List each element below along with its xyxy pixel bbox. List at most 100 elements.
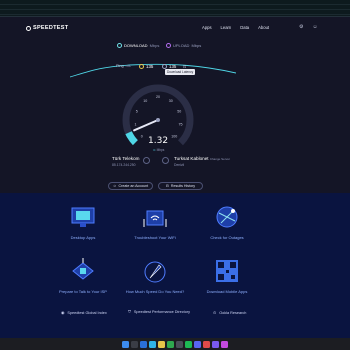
history-icon: ⊟ (165, 184, 169, 188)
strip-line (0, 4, 350, 5)
speed-unit: ⊙ Mbps (153, 148, 164, 152)
footer-link-performance-directory[interactable]: ⛉ Speedtest Performance Directory (128, 310, 190, 314)
latency-tooltip: Download Latency (165, 69, 196, 75)
user-icon[interactable]: ☺ (312, 24, 317, 30)
isp-name: Türk Telekom (112, 156, 140, 161)
card-check-outages[interactable]: Check for Outages (187, 203, 267, 240)
footer-link-label: Speedtest Performance Directory (133, 310, 190, 314)
speedtest-logo-icon (26, 25, 31, 31)
gauge-tick-label: 100 (171, 134, 177, 138)
card-label: Check for Outages (210, 235, 244, 240)
speed-value: 1.32 (148, 136, 169, 146)
nav-learn[interactable]: Learn (221, 25, 232, 30)
download-label: DOWNLOAD (124, 43, 148, 48)
nav-icons: ⚙ ☺ (299, 24, 318, 30)
card-talk-to-isp[interactable]: Prepare to Talk to Your ISP (43, 257, 123, 294)
card-label: Prepare to Talk to Your ISP (59, 289, 107, 294)
footer-link-label: Speedtest Global Index (67, 310, 107, 315)
start-icon[interactable] (122, 340, 129, 348)
download-mode: DOWNLOAD Mbps (117, 43, 159, 48)
card-label: Troubleshoot Your WiFi (134, 235, 176, 240)
logo-text: SPEEDTEST (33, 25, 69, 31)
footer-link-global-index[interactable]: ◉ Speedtest Global Index (61, 310, 107, 316)
gauge-tick-label: 30 (169, 99, 173, 103)
gauge-needle (133, 119, 159, 132)
upload-label: UPLOAD (173, 43, 190, 48)
gauge-tick-label: 50 (177, 109, 181, 113)
card-label: Desktop Apps (70, 235, 96, 240)
server-name: Turksat Kablonet (174, 156, 209, 161)
user-add-icon: ☺ (112, 184, 117, 188)
speed-unit-label: Mbps (156, 148, 165, 152)
strip-line (0, 9, 350, 10)
app-icon[interactable] (221, 340, 228, 348)
pin-icon: ⊙ (213, 311, 217, 315)
create-account-button[interactable]: ☺ Create an Account (108, 182, 153, 190)
ping-unit: ms (125, 64, 131, 68)
ping-stat: Ping ms (116, 64, 131, 68)
results-history-label: Results History (170, 184, 196, 188)
top-nav: SPEEDTEST Apps Learn Data About ⚙ ☺ (0, 17, 350, 41)
gauge-tick-label: 75 (179, 123, 183, 127)
gauge-tick-label: 0 (141, 134, 143, 138)
upload-mode: UPLOAD Mbps (166, 43, 201, 48)
isp-block: Türk Telekom 85.174.244.250 (112, 156, 140, 167)
strip-line (0, 14, 350, 15)
card-how-much-speed[interactable]: How Much Speed Do You Need? (115, 257, 195, 294)
browser-icon[interactable] (140, 340, 147, 348)
nav-about[interactable]: About (258, 25, 269, 30)
results-history-button[interactable]: ⊟ Results History (158, 182, 203, 190)
settings-icon[interactable]: ⚙ (299, 24, 303, 30)
download-latency-icon (139, 64, 144, 69)
browser-top-strip (0, 0, 350, 17)
person-icon (143, 157, 150, 164)
gauge-tick-label: 5 (136, 109, 138, 113)
desktop-app-icon (69, 203, 97, 231)
globe-icon: ◉ (61, 311, 65, 315)
footer-link-ookla-research[interactable]: ⊙ Ookla Research (213, 310, 247, 316)
download-latency-value: 135 (146, 64, 154, 69)
card-mobile-apps[interactable]: Download Mobile Apps (187, 257, 267, 294)
discord-icon[interactable] (194, 340, 201, 348)
features-section: Desktop Apps Troubleshoot Your WiFi Chec… (0, 193, 350, 338)
wifi-router-icon (141, 203, 169, 231)
app-icon[interactable] (203, 340, 210, 348)
create-account-label: Create an Account (118, 184, 149, 188)
qr-code-icon (213, 257, 241, 285)
download-latency-stat[interactable]: 135 (139, 64, 153, 69)
server-location: Denizli (174, 163, 185, 167)
card-label: How Much Speed Do You Need? (125, 289, 185, 294)
gauge-tick-label: 1 (134, 123, 136, 127)
app-icon[interactable] (212, 340, 219, 348)
nav-data[interactable]: Data (240, 25, 249, 30)
spotify-icon[interactable] (185, 340, 192, 348)
nav-apps[interactable]: Apps (202, 25, 212, 30)
speed-rocket-icon (141, 257, 169, 285)
chrome-icon[interactable] (167, 340, 174, 348)
isp-ip: 85.174.244.250 (112, 163, 136, 167)
card-label: Download Mobile Apps (206, 289, 248, 294)
ping-label: Ping (116, 64, 124, 68)
upload-icon (166, 43, 171, 48)
card-troubleshoot-wifi[interactable]: Troubleshoot Your WiFi (115, 203, 195, 240)
globe-icon (162, 157, 169, 164)
card-desktop-apps[interactable]: Desktop Apps (43, 203, 123, 240)
download-unit: Mbps (149, 43, 160, 48)
isp-chip-icon (69, 257, 97, 285)
gauge-hub (156, 118, 160, 122)
speedtest-logo[interactable]: SPEEDTEST (26, 25, 68, 31)
shield-icon: ⛉ (128, 310, 131, 314)
gauge-tick-label: 20 (156, 95, 160, 99)
edge-icon[interactable] (149, 340, 156, 348)
server-block: Turksat Kablonet Change Server Denizli (174, 156, 230, 167)
taskbar (0, 338, 350, 350)
footer-link-label: Ookla Research (219, 310, 247, 315)
change-server-link[interactable]: Change Server (210, 157, 230, 161)
search-icon[interactable] (131, 340, 138, 348)
download-icon (117, 43, 122, 48)
app-icon[interactable] (176, 340, 183, 348)
folder-icon[interactable] (158, 340, 165, 348)
outage-globe-icon (213, 203, 241, 231)
upload-unit: Mbps (191, 43, 202, 48)
nav-links: Apps Learn Data About (202, 25, 269, 30)
